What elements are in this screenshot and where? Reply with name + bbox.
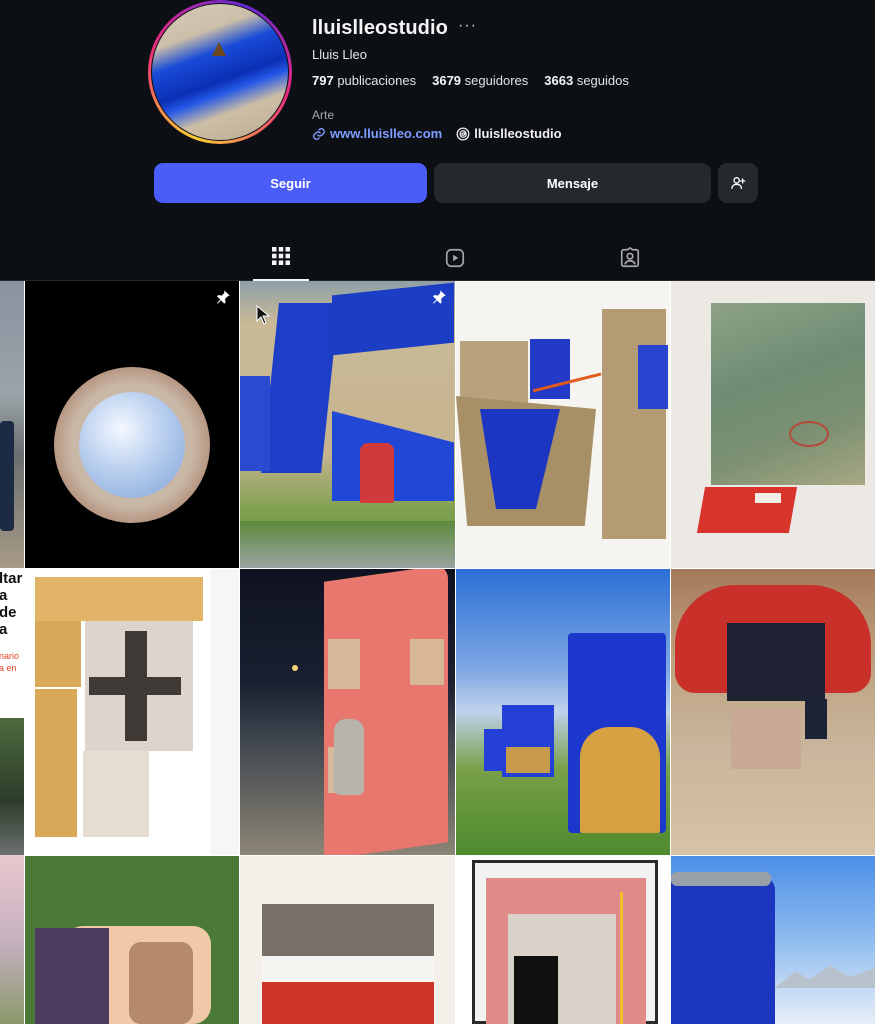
post-thumbnail[interactable] [671,569,875,855]
stat-followers[interactable]: 3679 seguidores [432,73,528,88]
stat-posts: 797 publicaciones [312,73,416,88]
add-person-icon [731,177,746,189]
threads-link[interactable]: lluislleostudio [456,126,562,141]
profile-stats: 797 publicaciones 3679 seguidores 3663 s… [312,73,629,88]
profile-username: lluislleostudio [312,17,448,39]
mouse-cursor-icon [256,305,270,325]
post-thumbnail[interactable] [456,569,670,855]
posts-grid: ltar a de a nario a en [0,281,875,1024]
profile-avatar[interactable] [148,0,292,144]
tagged-icon [620,247,640,268]
post-thumbnail[interactable] [0,855,24,1024]
profile-tabs [0,240,875,281]
post-caption-fragment: ltar a de a [0,570,23,638]
tab-tagged[interactable] [602,247,658,281]
post-thumbnail[interactable] [25,856,239,1024]
follow-button[interactable]: Seguir [154,163,427,203]
stat-following[interactable]: 3663 seguidos [544,73,629,88]
tab-posts[interactable] [253,247,309,281]
stat-followers-label: seguidores [464,73,529,88]
message-button[interactable]: Mensaje [434,163,711,203]
link-icon [313,127,325,140]
profile-full-name: Lluis Lleo [312,47,367,62]
threads-icon [456,127,470,140]
pinned-icon [433,290,446,304]
pinned-icon [217,290,230,304]
profile-links: www.lluislleo.com lluislleostudio [312,126,562,141]
reels-icon [445,248,465,268]
post-thumbnail[interactable] [240,856,455,1024]
profile-category: Arte [312,108,335,122]
more-options-icon[interactable]: ··· [458,17,477,35]
website-link-text: www.lluislleo.com [330,126,443,141]
avatar-image [152,4,288,140]
post-thumbnail[interactable] [0,281,24,568]
website-link[interactable]: www.lluislleo.com [312,126,442,141]
post-thumbnail[interactable] [456,856,670,1024]
grid-icon [272,247,290,265]
post-thumbnail[interactable] [240,569,455,855]
stat-following-value: 3663 [544,73,574,88]
post-thumbnail[interactable] [671,281,875,568]
post-thumbnail[interactable] [240,281,455,568]
threads-link-text: lluislleostudio [474,126,562,141]
stat-posts-value: 797 [312,73,334,88]
stat-following-label: seguidos [576,73,629,88]
post-thumbnail[interactable] [25,281,239,568]
stat-followers-value: 3679 [432,73,462,88]
tab-reels[interactable] [427,247,483,281]
suggest-people-button[interactable] [718,163,758,203]
post-thumbnail[interactable] [25,569,239,855]
post-thumbnail[interactable]: ltar a de a nario a en [0,568,24,855]
post-thumbnail[interactable] [456,281,670,568]
post-thumbnail[interactable] [671,856,875,1024]
stat-posts-label: publicaciones [337,73,417,88]
